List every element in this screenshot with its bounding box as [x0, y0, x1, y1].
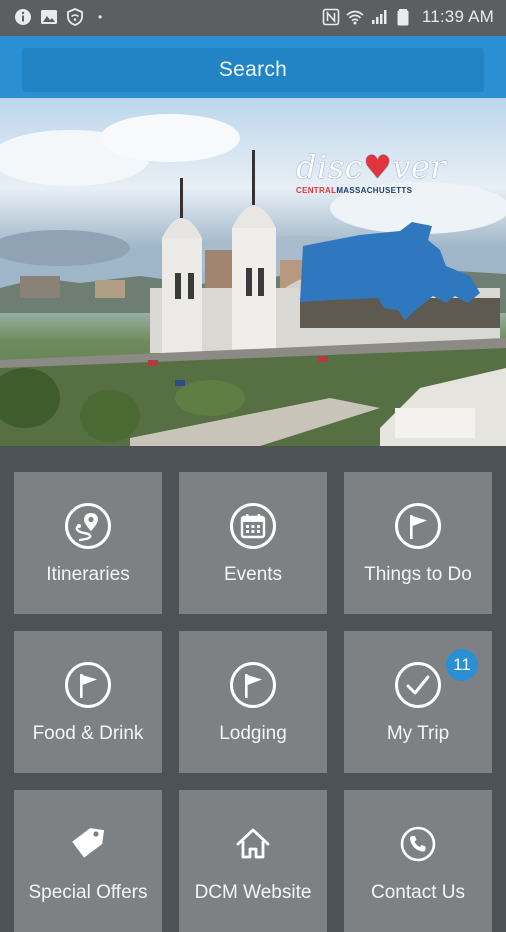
phone-icon — [400, 826, 436, 862]
tile-label: DCM Website — [194, 882, 312, 903]
status-time: 11:39 AM — [421, 7, 494, 26]
discover-logo: disc♥ver CENTRALMASSACHUSETTS — [296, 148, 446, 195]
tile-contact-us[interactable]: Contact Us — [344, 790, 492, 932]
tile-food-drink[interactable]: Food & Drink — [14, 631, 162, 773]
tile-label: My Trip — [386, 723, 450, 744]
logo-text-ver: ver — [392, 148, 447, 186]
logo-text-disc: disc — [296, 148, 364, 186]
flag-icon — [230, 662, 276, 708]
tile-special-offers[interactable]: Special Offers — [14, 790, 162, 932]
hero-image: disc♥ver CENTRALMASSACHUSETTS — [0, 98, 506, 446]
info-icon — [15, 9, 31, 25]
heart-icon: ♥ — [363, 148, 393, 186]
image-icon — [41, 10, 57, 24]
tile-label: Itineraries — [46, 564, 130, 585]
wifi-icon — [346, 10, 364, 25]
checkmark-icon — [395, 662, 441, 708]
tag-icon — [72, 828, 105, 858]
signal-icon — [371, 10, 387, 24]
calendar-icon — [230, 503, 276, 549]
tile-label: Contact Us — [371, 882, 465, 903]
map-pin-route-icon — [65, 503, 111, 549]
tile-label: Things to Do — [364, 564, 472, 585]
tile-label: Special Offers — [28, 882, 148, 903]
flag-icon — [395, 503, 441, 549]
tile-my-trip[interactable]: 11 My Trip — [344, 631, 492, 773]
tile-dcm-website[interactable]: DCM Website — [179, 790, 327, 932]
search-button[interactable]: Search — [22, 48, 484, 92]
tile-lodging[interactable]: Lodging — [179, 631, 327, 773]
status-bar: • 11:39 AM — [0, 0, 506, 36]
flag-icon — [65, 662, 111, 708]
shield-wifi-icon — [67, 8, 83, 26]
trip-count-badge: 11 — [446, 649, 478, 681]
tile-things-to-do[interactable]: Things to Do — [344, 472, 492, 614]
dot-icon: • — [98, 10, 103, 24]
search-header: Search — [0, 36, 506, 98]
tile-events[interactable]: Events — [179, 472, 327, 614]
home-icon — [236, 828, 270, 859]
tile-label: Lodging — [219, 723, 287, 744]
logo-subtext-central: CENTRAL — [296, 186, 337, 195]
tile-label: Events — [223, 564, 283, 585]
nfc-icon — [322, 8, 340, 26]
battery-icon — [397, 9, 409, 26]
tile-itineraries[interactable]: Itineraries — [14, 472, 162, 614]
logo-subtext-massachusetts: MASSACHUSETTS — [336, 186, 413, 195]
tile-label: Food & Drink — [32, 723, 144, 744]
